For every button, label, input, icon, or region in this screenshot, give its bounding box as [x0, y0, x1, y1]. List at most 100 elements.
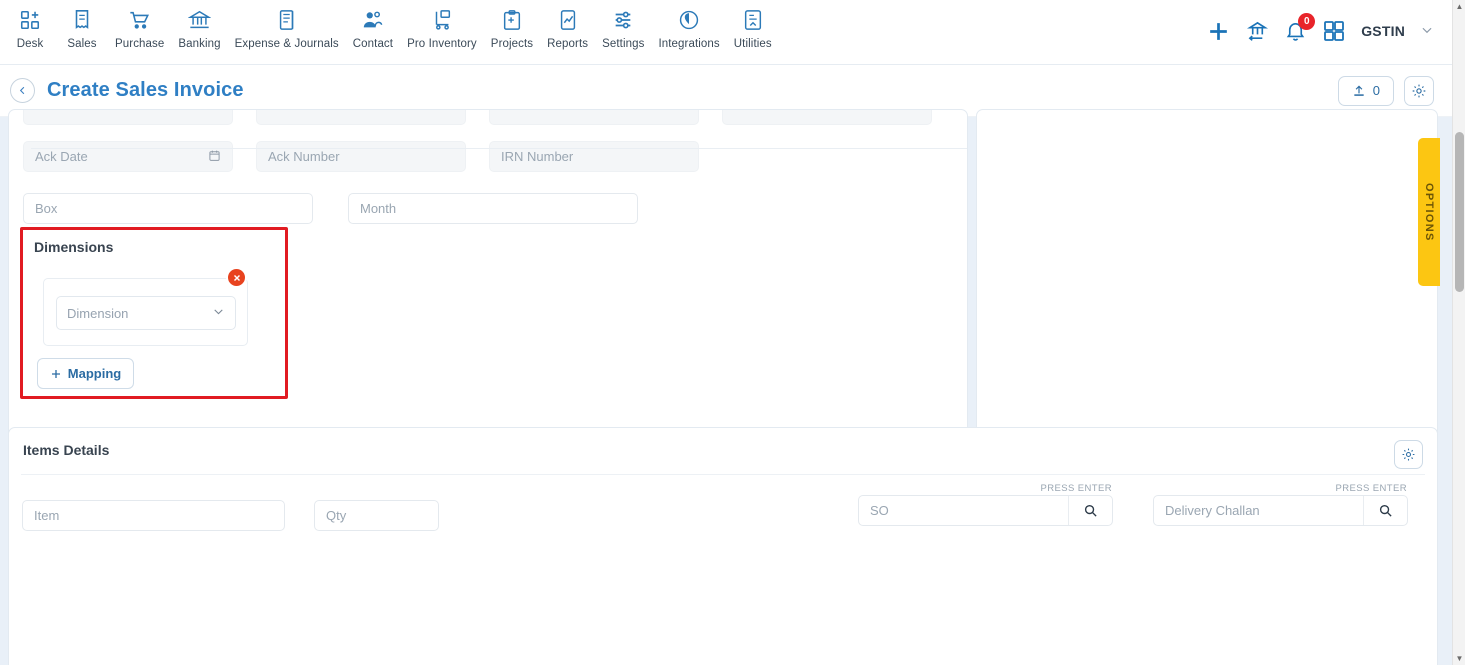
calendar-icon[interactable] — [208, 149, 221, 165]
nav-item-integrations[interactable]: Integrations — [651, 7, 726, 50]
so-search-wrap: PRESS ENTER SO — [858, 483, 1113, 526]
delivery-challan-search-wrap: PRESS ENTER Delivery Challan — [1153, 483, 1408, 526]
qty-field[interactable]: Qty — [314, 500, 439, 531]
so-search-field[interactable]: SO — [858, 495, 1113, 526]
upload-button[interactable]: 0 — [1337, 75, 1394, 106]
item-search-field[interactable]: Item — [22, 500, 285, 531]
add-mapping-button[interactable]: Mapping — [37, 358, 134, 389]
nav-item-utilities[interactable]: Utilities — [727, 7, 779, 50]
delivery-challan-search-field[interactable]: Delivery Challan — [1153, 495, 1408, 526]
desk-icon — [19, 7, 41, 33]
browser-scrollbar[interactable]: ▲ ▼ — [1452, 0, 1465, 665]
plus-icon[interactable] — [1206, 19, 1231, 44]
remove-dimension-button[interactable] — [226, 267, 247, 288]
nav-item-reports[interactable]: Reports — [540, 7, 595, 50]
journal-icon — [276, 7, 298, 33]
clipboard-icon — [501, 7, 523, 33]
bank-icon — [188, 7, 212, 33]
nav-item-projects[interactable]: Projects — [484, 7, 540, 50]
back-button[interactable] — [10, 78, 35, 103]
nav-item-contact[interactable]: Contact — [346, 7, 400, 50]
nav-item-sales[interactable]: Sales — [56, 7, 108, 50]
partial-field-2[interactable] — [256, 110, 466, 125]
report-chart-icon — [557, 7, 579, 33]
chevron-down-icon[interactable] — [1420, 23, 1434, 40]
box-month-field-row: Box Month — [9, 193, 638, 224]
irn-number-field[interactable]: IRN Number — [489, 141, 699, 172]
grid-apps-icon[interactable] — [1322, 19, 1346, 43]
nav-label: Expense & Journals — [234, 38, 339, 50]
items-details-title: Items Details — [23, 442, 110, 458]
people-icon — [361, 7, 384, 33]
nav-label: Desk — [16, 38, 44, 50]
page-body: Ack Date Ack Number IRN Number Box Month — [0, 109, 1452, 665]
item-placeholder: Item — [34, 508, 60, 523]
options-tab-label: OPTIONS — [1423, 182, 1435, 242]
dimensions-divider — [31, 148, 967, 149]
month-field[interactable]: Month — [348, 193, 638, 224]
partial-field-1[interactable] — [23, 110, 233, 125]
irn-number-placeholder: IRN Number — [501, 149, 574, 164]
month-placeholder: Month — [360, 201, 397, 216]
cart-icon — [128, 7, 151, 33]
chevron-down-icon — [212, 305, 225, 321]
dimensions-title: Dimensions — [34, 239, 114, 255]
upload-count: 0 — [1372, 83, 1380, 98]
nav-item-banking[interactable]: Banking — [171, 7, 227, 50]
ack-date-field[interactable]: Ack Date — [23, 141, 233, 172]
nav-label: Integrations — [658, 38, 720, 50]
page-title: Create Sales Invoice — [47, 79, 244, 101]
gear-icon — [1402, 448, 1415, 461]
challan-press-enter-hint: PRESS ENTER — [1335, 483, 1407, 494]
sliders-icon — [612, 7, 634, 33]
box-field[interactable]: Box — [23, 193, 313, 224]
bell-icon[interactable]: 0 — [1284, 12, 1316, 43]
top-navigation-bar: Desk Sales Purchase Banking Expense & Jo… — [0, 0, 1452, 65]
chevron-left-icon — [19, 86, 25, 95]
app-root: Desk Sales Purchase Banking Expense & Jo… — [0, 0, 1465, 665]
partial-field-3[interactable] — [489, 110, 699, 125]
bank-transfer-icon[interactable] — [1246, 20, 1269, 43]
nav-label: Sales — [67, 38, 97, 50]
nav-item-settings[interactable]: Settings — [595, 7, 651, 50]
search-icon[interactable] — [1363, 496, 1407, 525]
close-circle-icon — [233, 274, 240, 281]
nav-label: Contact — [352, 38, 394, 50]
dimension-row-card: Dimension — [43, 278, 248, 346]
nav-item-pro-inventory[interactable]: Pro Inventory — [400, 7, 484, 50]
dimensions-section: Dimensions Dimension Mapping — [20, 227, 288, 399]
nav-item-desk[interactable]: Desk — [4, 7, 56, 50]
caret-up-icon[interactable]: ▲ — [1453, 0, 1465, 13]
partial-field-4[interactable] — [722, 110, 932, 125]
nav-label: Settings — [602, 38, 645, 50]
options-tab[interactable]: OPTIONS — [1418, 138, 1440, 286]
challan-placeholder: Delivery Challan — [1165, 503, 1260, 518]
items-details-card: Items Details Item Qty PRESS ENTER SO PR… — [8, 427, 1438, 665]
items-settings-button[interactable] — [1394, 440, 1423, 469]
page-settings-button[interactable] — [1404, 75, 1434, 106]
search-icon[interactable] — [1068, 496, 1112, 525]
dimension-select[interactable]: Dimension — [56, 296, 236, 330]
nav-label: Utilities — [733, 38, 772, 50]
scrollbar-thumb[interactable] — [1455, 132, 1464, 292]
utilities-icon — [742, 7, 764, 33]
box-placeholder: Box — [35, 201, 58, 216]
nav-label: Pro Inventory — [407, 38, 477, 50]
ack-number-field[interactable]: Ack Number — [256, 141, 466, 172]
sales-receipt-icon — [71, 7, 93, 33]
mapping-label: Mapping — [67, 366, 122, 381]
nav-item-purchase[interactable]: Purchase — [108, 7, 171, 50]
items-divider — [21, 474, 1425, 475]
nav-items: Desk Sales Purchase Banking Expense & Jo… — [0, 0, 779, 50]
nav-item-expense-journals[interactable]: Expense & Journals — [228, 7, 346, 50]
so-placeholder: SO — [870, 503, 889, 518]
account-label[interactable]: GSTIN — [1361, 23, 1405, 39]
plug-icon — [678, 7, 700, 33]
caret-down-icon[interactable]: ▼ — [1453, 652, 1465, 665]
ack-date-placeholder: Ack Date — [35, 149, 88, 164]
partial-field-row — [9, 110, 932, 125]
nav-label: Projects — [490, 38, 534, 50]
notification-count-badge: 0 — [1298, 12, 1316, 30]
so-press-enter-hint: PRESS ENTER — [1040, 483, 1112, 494]
ack-field-row: Ack Date Ack Number IRN Number — [9, 141, 699, 172]
